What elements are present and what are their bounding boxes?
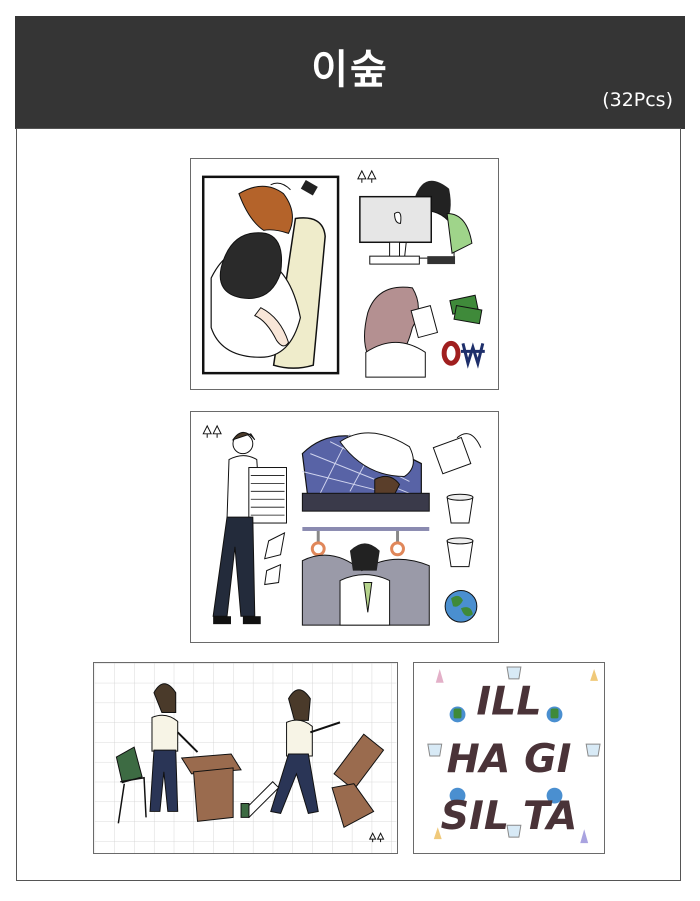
globe-icon xyxy=(444,589,478,623)
sheet-4-art: ILL HA GI SIL TA xyxy=(427,666,601,844)
tree-icon xyxy=(202,424,222,438)
tree-icon xyxy=(357,169,377,183)
sticker-sheet-3 xyxy=(93,662,398,854)
man-shoe-left xyxy=(213,616,231,625)
woman-1-shirt xyxy=(151,714,179,752)
money-icon xyxy=(449,294,483,325)
price-zero-won xyxy=(441,340,485,369)
desk-1-body xyxy=(193,767,234,822)
sheet-1-art xyxy=(201,169,485,378)
sticker-text-line-2: HA GI xyxy=(447,736,572,782)
hand-strap-right xyxy=(390,530,405,557)
product-frame: ILL HA GI SIL TA xyxy=(16,128,681,881)
reader-shirt xyxy=(365,342,426,378)
id-badge-icon xyxy=(432,433,482,475)
sticker-sheet-2 xyxy=(190,411,499,643)
sticker-sheet-1 xyxy=(190,158,499,390)
bed-base xyxy=(301,492,430,512)
woman-2-shirt xyxy=(286,719,313,757)
commuter-hair xyxy=(349,543,380,571)
man-shoe-right xyxy=(242,616,261,625)
sheet-2-art xyxy=(202,424,482,626)
sheet-3-art xyxy=(94,663,397,853)
keyboard xyxy=(369,255,420,265)
header-bar: 이숲 (32Pcs) xyxy=(15,16,685,129)
sticker-sheet-4: ILL HA GI SIL TA xyxy=(413,662,605,854)
chair-green xyxy=(446,213,473,254)
tipped-chair-seat xyxy=(240,803,250,818)
page-title: 이숲 xyxy=(311,47,389,93)
piece-count: (32Pcs) xyxy=(602,89,673,111)
paper xyxy=(410,305,439,339)
cup-icon xyxy=(446,493,474,524)
man-trousers xyxy=(212,516,256,617)
subway-rail xyxy=(302,527,430,531)
flying-papers xyxy=(264,532,286,586)
sticker-text-line-3: SIL TA xyxy=(441,793,578,839)
hand-strap-left xyxy=(310,530,326,557)
tablet xyxy=(427,256,456,265)
sticker-text-line-1: ILL xyxy=(476,678,541,724)
cup-icon xyxy=(446,537,474,568)
